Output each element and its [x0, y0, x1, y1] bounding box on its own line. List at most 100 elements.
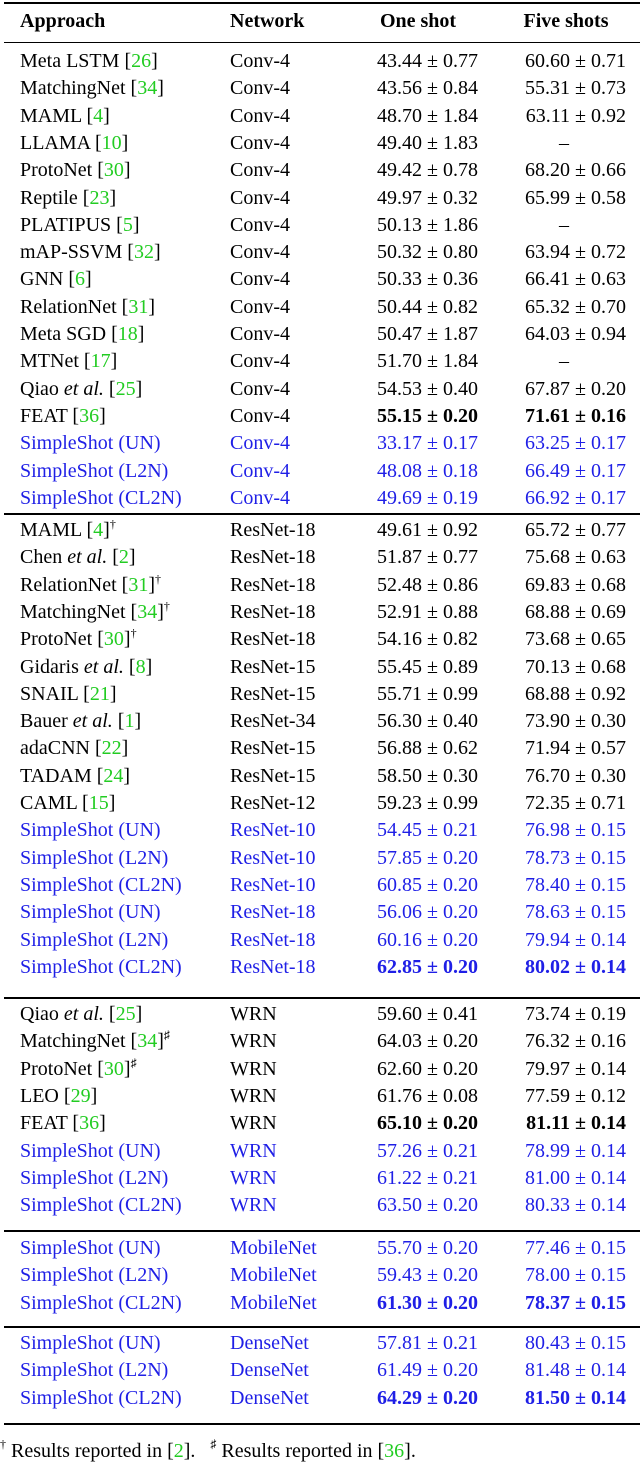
approach-name: SimpleShot (UN) [20, 1237, 161, 1259]
approach-name: MAML [20, 104, 82, 127]
table-row: PLATIPUS [5] Conv-4 50.13 ± 1.86 – [0, 212, 640, 239]
approach-name: SimpleShot (CL2N) [20, 1386, 182, 1409]
one-shot-cell: 49.97 ± 0.32 [377, 186, 478, 209]
citation-link[interactable]: 22 [102, 737, 122, 759]
network-cell: Conv-4 [230, 131, 290, 154]
approach-name: Chen [20, 546, 68, 569]
five-shots-cell: 77.59 ± 0.12 [525, 1084, 626, 1107]
citation-link[interactable]: 15 [89, 792, 109, 814]
citation-link[interactable]: 8 [136, 656, 146, 678]
five-shots-cell: 77.46 ± 0.15 [525, 1237, 626, 1259]
citation-link[interactable]: 30 [104, 159, 124, 181]
five-shots-cell: 67.87 ± 0.20 [525, 377, 626, 400]
citation-link[interactable]: 5 [123, 214, 133, 236]
network-cell: ResNet-18 [230, 546, 316, 569]
approach-name: ProtoNet [20, 1057, 93, 1080]
approach-cell: SimpleShot (L2N) [20, 845, 168, 872]
citation-link[interactable]: 21 [90, 683, 110, 705]
citation-link[interactable]: 34 [137, 77, 157, 99]
network-cell: WRN [230, 1003, 277, 1025]
table-row: CAML [15] ResNet-12 59.23 ± 0.99 72.35 ± 0.… [0, 790, 640, 817]
citation-link[interactable]: 31 [128, 296, 148, 318]
citation-link[interactable]: 30 [104, 628, 124, 650]
table-row: SimpleShot (UN) ResNet-10 54.45 ± 0.21 76.9… [0, 817, 640, 844]
approach-etal: et al. [63, 1003, 104, 1025]
citation-link[interactable]: 32 [134, 241, 154, 263]
citation-link[interactable]: 4 [93, 519, 103, 541]
citation-link[interactable]: 10 [102, 132, 122, 154]
table-row: Meta LSTM [26] Conv-4 43.44 ± 0.77 60.60 ± … [0, 48, 640, 75]
network-cell: WRN [230, 1166, 277, 1189]
table-row: SimpleShot (UN) Conv-4 33.17 ± 0.17 63.25 ±… [0, 430, 640, 457]
footnote: † Results reported in [2]. ♯ Results rep… [0, 1438, 416, 1463]
header-row: Approach Network One shot Five shots [0, 8, 640, 35]
citation-link[interactable]: 4 [93, 105, 103, 127]
approach-name: FEAT [20, 1112, 68, 1135]
one-shot-cell: 64.03 ± 0.20 [377, 1030, 478, 1053]
five-shots-cell: 65.99 ± 0.58 [525, 186, 626, 209]
five-shots-cell: – [559, 350, 569, 373]
citation-link[interactable]: 34 [137, 601, 157, 623]
table-row: ProtoNet [30]† ResNet-18 54.16 ± 0.82 73.68… [0, 626, 640, 653]
one-shot-cell: 50.32 ± 0.80 [377, 241, 478, 264]
citation-link[interactable]: 30 [104, 1058, 124, 1080]
five-shots-cell: 69.83 ± 0.68 [525, 573, 626, 596]
footnote-mark: † [109, 517, 116, 531]
bottom-rule [4, 1423, 640, 1425]
citation-link[interactable]: 24 [103, 765, 123, 787]
citation-link[interactable]: 6 [75, 268, 85, 290]
citation-link[interactable]: 2 [119, 546, 129, 568]
approach-cell: SimpleShot (UN) [20, 1138, 161, 1165]
five-shots-cell: – [559, 131, 569, 154]
table-row: SNAIL [21] ResNet-15 55.71 ± 0.99 68.88 ± 0… [0, 681, 640, 708]
approach-cell: SimpleShot (CL2N) [20, 872, 182, 899]
citation-link[interactable]: 18 [118, 323, 138, 345]
five-shots-cell: 79.94 ± 0.14 [525, 928, 626, 951]
citation-link[interactable]: 25 [116, 1003, 136, 1025]
citation-link[interactable]: 23 [89, 187, 109, 209]
approach-etal: et al. [63, 377, 104, 400]
approach-cell: MAML [4]† [20, 517, 116, 541]
one-shot-cell: 50.47 ± 1.87 [377, 323, 478, 345]
approach-cell: Qiao et al. [25] [20, 377, 143, 400]
one-shot-cell: 64.29 ± 0.20 [377, 1386, 478, 1409]
citation-link[interactable]: 1 [124, 710, 134, 732]
approach-name: MAML [20, 519, 82, 541]
one-shot-cell: 55.70 ± 0.20 [377, 1237, 478, 1259]
citation-link[interactable]: 36 [79, 405, 99, 427]
footnote-mark: ♯ [163, 1028, 170, 1043]
network-cell: ResNet-18 [230, 628, 316, 651]
citation-link[interactable]: 31 [128, 574, 148, 596]
five-shots-cell: 68.88 ± 0.69 [525, 600, 626, 623]
five-shots-cell: 68.88 ± 0.92 [525, 682, 626, 705]
approach-cell: MAML [4] [20, 104, 110, 127]
approach-name: SimpleShot (CL2N) [20, 486, 182, 509]
table-row: MatchingNet [34] Conv-4 43.56 ± 0.84 55.31 … [0, 75, 640, 102]
approach-name: SimpleShot (L2N) [20, 1166, 169, 1189]
approach-cell: SimpleShot (CL2N) [20, 485, 182, 512]
header-approach: Approach [20, 10, 106, 32]
network-cell: WRN [230, 1057, 277, 1080]
table-row: FEAT [36] Conv-4 55.15 ± 0.20 71.61 ± 0.16 [0, 403, 640, 430]
approach-cell: Bauer et al. [1] [20, 710, 142, 733]
five-shots-cell: 78.00 ± 0.15 [525, 1264, 626, 1287]
network-cell: ResNet-18 [230, 519, 316, 541]
approach-cell: SNAIL [21] [20, 682, 117, 705]
citation-link[interactable]: 25 [116, 378, 136, 400]
approach-cell: SimpleShot (CL2N) [20, 1192, 182, 1219]
citation-link[interactable]: 29 [71, 1085, 91, 1107]
approach-name: SimpleShot (CL2N) [20, 1194, 182, 1217]
approach-cell: MatchingNet [34] [20, 77, 164, 100]
citation-link[interactable]: 34 [137, 1030, 157, 1052]
approach-cell: Chen et al. [2] [20, 546, 136, 569]
five-shots-cell: 66.92 ± 0.17 [525, 486, 626, 509]
approach-cell: SimpleShot (UN) [20, 1330, 161, 1357]
citation-link[interactable]: 17 [91, 350, 111, 372]
approach-name: Qiao [20, 1003, 64, 1025]
citation-link[interactable]: 26 [131, 50, 151, 72]
approach-cell: TADAM [24] [20, 764, 131, 787]
table-row: SimpleShot (CL2N) ResNet-18 62.85 ± 0.20 80… [0, 954, 640, 981]
citation-link[interactable]: 36 [79, 1112, 99, 1134]
one-shot-cell: 49.61 ± 0.92 [377, 519, 478, 541]
one-shot-cell: 57.81 ± 0.21 [377, 1332, 478, 1354]
